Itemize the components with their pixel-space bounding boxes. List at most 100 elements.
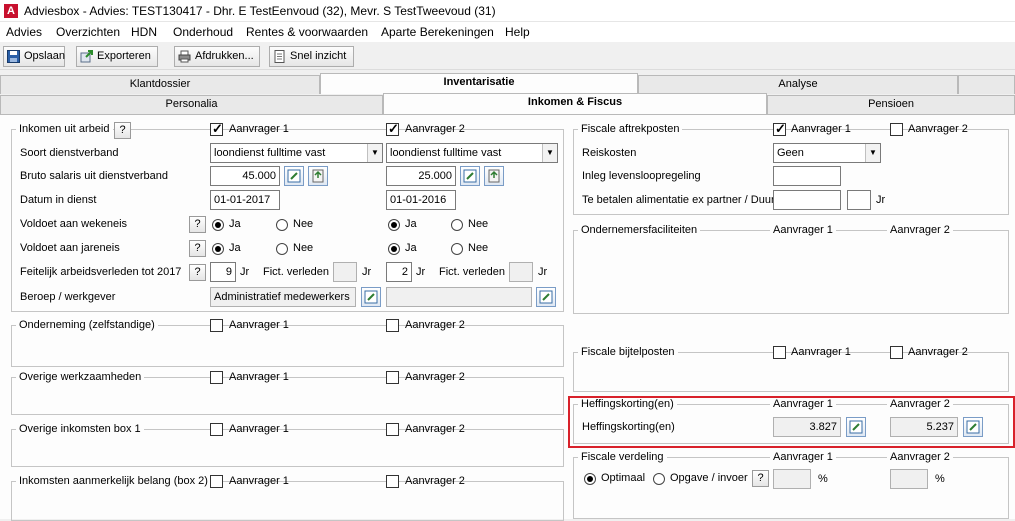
distribution-a2-input[interactable] [890,469,928,489]
export-button[interactable]: Exporteren [76,46,158,67]
business-group [11,325,564,367]
year-a2-no-label: Nee [468,242,489,254]
work-a2-jr-label: Jr [416,266,426,278]
distribution-a1-pct: % [818,473,828,485]
salary-a2-input[interactable]: 25.000 [386,166,456,186]
box2-a2-label: Aanvrager 2 [405,475,465,487]
other-work-a1-checkbox[interactable] [210,371,223,384]
income-a2-checkbox[interactable] [386,121,399,137]
printer-icon [178,50,191,63]
week-a2-no-radio[interactable] [451,219,463,231]
menu-overzichten[interactable]: Overzichten [56,25,120,39]
year-help-button[interactable]: ? [189,240,206,257]
tab-analyse[interactable]: Analyse [638,75,958,94]
year-a1-yes-radio[interactable] [212,243,224,255]
menu-advies[interactable]: Advies [6,25,42,39]
week-label: Voldoet aan wekeneis [20,218,128,230]
calculator-icon [312,169,324,183]
work-a2-input[interactable]: 2 [386,262,412,282]
distribution-help-button[interactable]: ? [752,470,769,487]
business-a2-checkbox[interactable] [386,319,399,332]
deductions-a1-checkbox[interactable] [773,121,786,137]
deductions-a2-checkbox[interactable] [890,123,903,136]
alimony-amount-input[interactable] [773,190,841,210]
fict-a2-jr-label: Jr [538,266,548,278]
job-a1-input[interactable]: Administratief medewerkers [210,287,356,307]
main-tabs: Klantdossier Inventarisatie Analyse [0,73,1015,94]
year-label: Voldoet aan jareneis [20,242,120,254]
fict-a2-input[interactable] [509,262,533,282]
income-help-button[interactable]: ? [114,122,131,139]
business-group-title: Onderneming (zelfstandige) [16,319,158,331]
work-a1-input[interactable]: 9 [210,262,236,282]
box2-a2-checkbox[interactable] [386,475,399,488]
export-label: Exporteren [97,50,151,62]
salary-a2-edit-button[interactable] [460,166,480,186]
salary-a1-edit-button[interactable] [284,166,304,186]
tab-personalia[interactable]: Personalia [0,95,383,114]
employment-a1-select[interactable]: loondienst fulltime vast ▼ [210,143,383,163]
menu-help[interactable]: Help [505,25,530,39]
salary-a1-input[interactable]: 45.000 [210,166,280,186]
week-a1-no-label: Nee [293,218,314,230]
tab-inventarisatie[interactable]: Inventarisatie [320,73,638,94]
employment-a2-select[interactable]: loondienst fulltime vast ▼ [386,143,558,163]
date-a2-input[interactable]: 01-01-2016 [386,190,456,210]
edit-icon [463,169,477,183]
additions-a2-label: Aanvrager 2 [908,346,968,358]
date-a1-input[interactable]: 01-01-2017 [210,190,280,210]
distribution-custom-radio[interactable] [653,473,665,485]
job-a2-edit-button[interactable] [536,287,556,307]
tab-pensioen[interactable]: Pensioen [767,95,1015,114]
work-history-help-button[interactable]: ? [189,264,206,281]
salary-a2-calc-button[interactable] [484,166,504,186]
fict-a2-label: Fict. verleden [439,266,506,278]
employment-label: Soort dienstverband [20,147,119,159]
box2-group-title: Inkomsten aanmerkelijk belang (box 2) [16,475,211,487]
quick-insight-button[interactable]: Snel inzicht [269,46,354,67]
week-a2-no-label: Nee [468,218,489,230]
distribution-optimal-radio[interactable] [584,473,596,485]
alimony-duration-input[interactable] [847,190,871,210]
week-a2-yes-radio[interactable] [388,219,400,231]
year-a2-no-radio[interactable] [451,243,463,255]
menu-aparte-berekeningen[interactable]: Aparte Berekeningen [381,25,494,39]
job-a1-edit-button[interactable] [361,287,381,307]
chevron-down-icon: ▼ [367,144,382,162]
save-label: Opslaan [24,50,65,62]
year-a2-yes-radio[interactable] [388,243,400,255]
box2-a1-checkbox[interactable] [210,475,223,488]
save-button[interactable]: Opslaan [3,46,65,67]
menu-hdn[interactable]: HDN [131,25,157,39]
income-a1-checkbox[interactable] [210,121,223,137]
other-work-a2-checkbox[interactable] [386,371,399,384]
menu-rentes[interactable]: Rentes & voorwaarden [246,25,368,39]
tab-inkomen-fiscus[interactable]: Inkomen & Fiscus [383,93,767,114]
fict-a1-input[interactable] [333,262,357,282]
job-a2-input[interactable] [386,287,532,307]
additions-a2-checkbox[interactable] [890,346,903,359]
week-a1-no-radio[interactable] [276,219,288,231]
distribution-a1-input[interactable] [773,469,811,489]
menu-onderhoud[interactable]: Onderhoud [173,25,233,39]
week-a1-yes-label: Ja [229,218,241,230]
sub-tabs: Personalia Inkomen & Fiscus Pensioen [0,93,1015,114]
other-income-a1-checkbox[interactable] [210,423,223,436]
other-income-a2-checkbox[interactable] [386,423,399,436]
app-logo-icon: A [4,4,18,18]
tab-klantdossier[interactable]: Klantdossier [0,75,320,94]
salary-label: Bruto salaris uit dienstverband [20,170,168,182]
year-a2-yes-label: Ja [405,242,417,254]
week-help-button[interactable]: ? [189,216,206,233]
business-a1-checkbox[interactable] [210,319,223,332]
year-a1-no-radio[interactable] [276,243,288,255]
box2-group [11,481,564,521]
additions-a1-checkbox[interactable] [773,346,786,359]
levensloop-input[interactable] [773,166,841,186]
distribution-a2-pct: % [935,473,945,485]
travel-costs-select[interactable]: Geen ▼ [773,143,881,163]
salary-a1-calc-button[interactable] [308,166,328,186]
week-a1-yes-radio[interactable] [212,219,224,231]
print-button[interactable]: Afdrukken... [174,46,260,67]
deductions-group-title: Fiscale aftrekposten [578,123,683,135]
